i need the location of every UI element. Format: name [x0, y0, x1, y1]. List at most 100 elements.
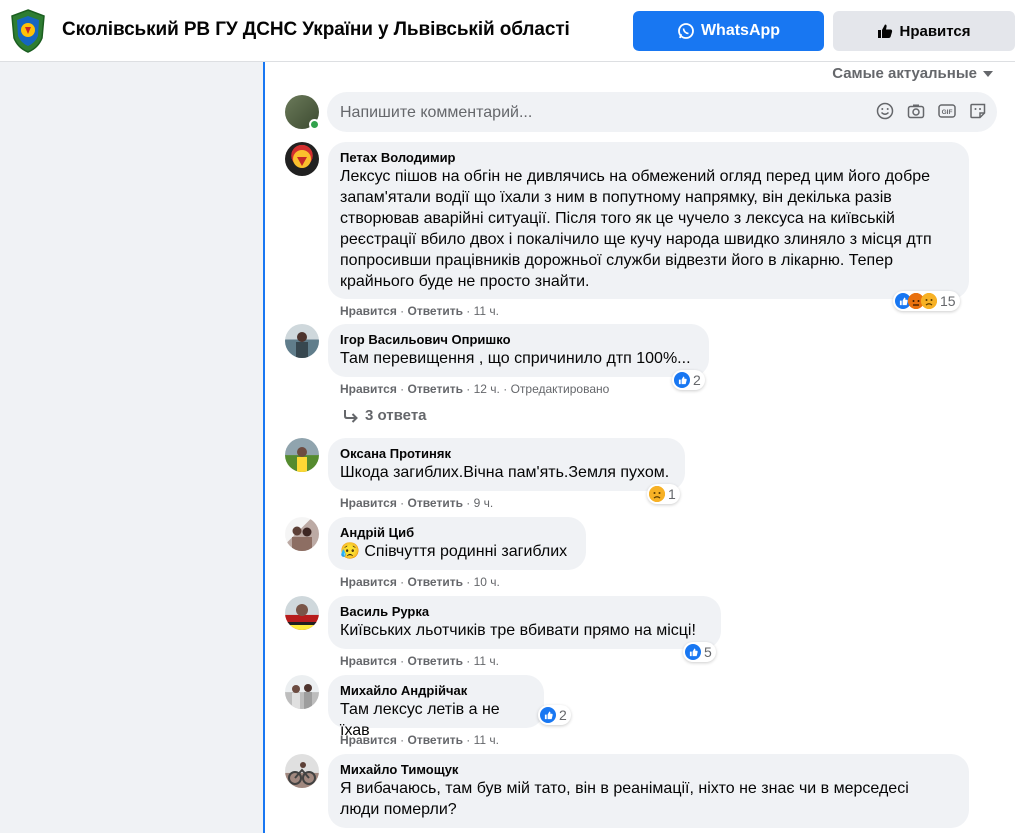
comment-author[interactable]: Оксана Протиняк [340, 446, 673, 462]
page-like-button[interactable]: Нравится [833, 11, 1015, 51]
avatar-image-icon [296, 332, 308, 358]
avatar-image-icon [288, 762, 316, 785]
avatar[interactable] [285, 517, 319, 551]
comment-text-line: реєстрації вбило двох і покалічило ще ку… [340, 231, 932, 248]
camera-icon[interactable] [906, 101, 925, 120]
comment-bubble: Михайло Тимощук Я вибачаюсь, там був мій… [328, 754, 969, 828]
comment-text-line: Лексус пішов на обгін не дивлячись на об… [340, 168, 931, 185]
comment-reply-link[interactable]: Ответить [408, 304, 463, 318]
comment-like-link[interactable]: Нравится [340, 654, 397, 668]
comment-text-line: крайнього буде не просто знайти. [340, 273, 590, 290]
comment-actions: Нравится · Ответить · 11 ч. [340, 304, 500, 318]
avatar[interactable] [285, 324, 319, 358]
sad-reaction-icon [649, 486, 665, 502]
comment-text: Шкода загиблих.Вічна пам'ять.Земля пухом… [340, 464, 670, 481]
reaction-count: 5 [704, 644, 712, 660]
comment-reply-link[interactable]: Ответить [408, 654, 463, 668]
comment-reply-link[interactable]: Ответить [408, 382, 463, 396]
whatsapp-icon [678, 23, 694, 39]
comment-time[interactable]: 11 ч. [474, 654, 499, 668]
reply-arrow-icon [344, 409, 358, 423]
avatar[interactable] [285, 675, 319, 709]
like-reaction-icon [540, 707, 556, 723]
avatar-image-icon [293, 150, 311, 168]
page-header: Сколівський РВ ГУ ДСНС України у Львівсь… [0, 0, 1015, 62]
page-emblem-icon[interactable] [8, 8, 48, 54]
comment-like-link[interactable]: Нравится [340, 304, 397, 318]
comment-bubble: Петах Володимир Лексус пішов на обгін не… [328, 142, 969, 299]
comments-panel: Самые актуальные Напишите комментарий...… [263, 62, 1015, 833]
comment-actions: Нравится · Ответить · 9 ч. [340, 496, 494, 510]
comment-author[interactable]: Михайло Тимощук [340, 762, 957, 778]
avatar[interactable] [285, 754, 319, 788]
whatsapp-label: WhatsApp [700, 22, 781, 39]
comment-text-line: люди померли? [340, 801, 457, 818]
comment-author[interactable]: Ігор Васильович Опришко [340, 332, 697, 348]
sad-reaction-icon [921, 293, 937, 309]
reaction-summary[interactable]: 1 [647, 484, 680, 504]
comment-edited-label[interactable]: Отредактировано [511, 382, 610, 396]
like-reaction-icon [674, 372, 690, 388]
like-reaction-icon [685, 644, 701, 660]
comment-like-link[interactable]: Нравится [340, 496, 397, 510]
reaction-summary[interactable]: 2 [672, 370, 705, 390]
sticker-icon[interactable] [968, 101, 987, 120]
comment-like-link[interactable]: Нравится [340, 382, 397, 396]
view-replies-link[interactable]: 3 ответа [343, 407, 427, 424]
comment-actions: Нравится · Ответить · 12 ч. · Отредактир… [340, 382, 610, 396]
sort-label: Самые актуальные [832, 65, 977, 82]
replies-count-label: 3 ответа [365, 407, 427, 424]
comment-bubble: Василь Рурка Київських льотчиків тре вби… [328, 596, 721, 649]
page-name[interactable]: Сколівський РВ ГУ ДСНС України у Львівсь… [62, 19, 570, 41]
comment-input[interactable]: Напишите комментарий... GIF [327, 92, 997, 132]
comment-bubble: Андрій Циб 😥 Співчуття родинні загиблих [328, 517, 586, 570]
avatar-image-icon [292, 526, 312, 551]
comment-like-link[interactable]: Нравится [340, 575, 397, 589]
avatar[interactable] [285, 142, 319, 176]
comment-text-line: попросивши працівників дорожньої служби … [340, 252, 894, 269]
comment-text: Київських льотчиків тре вбивати прямо на… [340, 622, 696, 639]
comment-author[interactable]: Андрій Циб [340, 525, 574, 541]
thumbs-up-icon [878, 24, 893, 38]
emoji-icon[interactable] [875, 101, 894, 120]
reaction-summary[interactable]: 5 [683, 642, 716, 662]
avatar-image-icon [297, 447, 307, 472]
comment-author[interactable]: Петах Володимир [340, 150, 957, 166]
comment-time[interactable]: 9 ч. [474, 496, 494, 510]
comment-text-line: Я вибачаюсь, там був мій тато, він в реа… [340, 780, 909, 797]
avatar[interactable] [285, 596, 319, 630]
comment-like-link[interactable]: Нравится [340, 733, 397, 747]
comment-sort-dropdown[interactable]: Самые актуальные [832, 65, 993, 82]
reaction-summary[interactable]: 2 [538, 705, 571, 725]
comment-text: Я вибачаюсь, там був мій тато, він в реа… [340, 778, 957, 820]
avatar[interactable] [285, 438, 319, 472]
comment-reply-link[interactable]: Ответить [408, 496, 463, 510]
reaction-count: 2 [559, 707, 567, 723]
reaction-count: 1 [668, 486, 676, 502]
reaction-count: 2 [693, 372, 701, 388]
comment-reply-link[interactable]: Ответить [408, 575, 463, 589]
comment-bubble: Ігор Васильович Опришко Там перевищення … [328, 324, 709, 377]
comment-reply-link[interactable]: Ответить [408, 733, 463, 747]
comment-time[interactable]: 10 ч. [474, 575, 500, 589]
reaction-summary[interactable]: 15 [893, 291, 960, 311]
comment-text-line: створював аварійні ситуації. Після того … [340, 210, 895, 227]
comment-time[interactable]: 11 ч. [474, 304, 499, 318]
page-like-label: Нравится [899, 22, 971, 40]
comment-actions: Нравится · Ответить · 11 ч. [340, 733, 500, 747]
comment-actions: Нравится · Ответить · 11 ч. [340, 654, 500, 668]
comment-text: Там перевищення , що спричинило дтп 100%… [340, 350, 691, 367]
comment-time[interactable]: 11 ч. [474, 733, 499, 747]
comment-bubble: Михайло Андрійчак Там лексус летів а не … [328, 675, 544, 739]
comment-text: Лексус пішов на обгін не дивлячись на об… [340, 166, 957, 292]
gif-icon[interactable]: GIF [937, 101, 956, 120]
comment-text-line: запам'ятали водії що їхали з ним в попут… [340, 189, 892, 206]
online-status-indicator [309, 119, 320, 130]
comment-author[interactable]: Василь Рурка [340, 604, 709, 620]
avatar-image-icon [285, 604, 319, 630]
comment-input-placeholder: Напишите комментарий... [340, 104, 533, 121]
whatsapp-button[interactable]: WhatsApp [633, 11, 824, 51]
comment-time[interactable]: 12 ч. [474, 382, 500, 396]
comment-author[interactable]: Михайло Андрійчак [340, 683, 532, 699]
avatar-image-icon [292, 684, 312, 709]
